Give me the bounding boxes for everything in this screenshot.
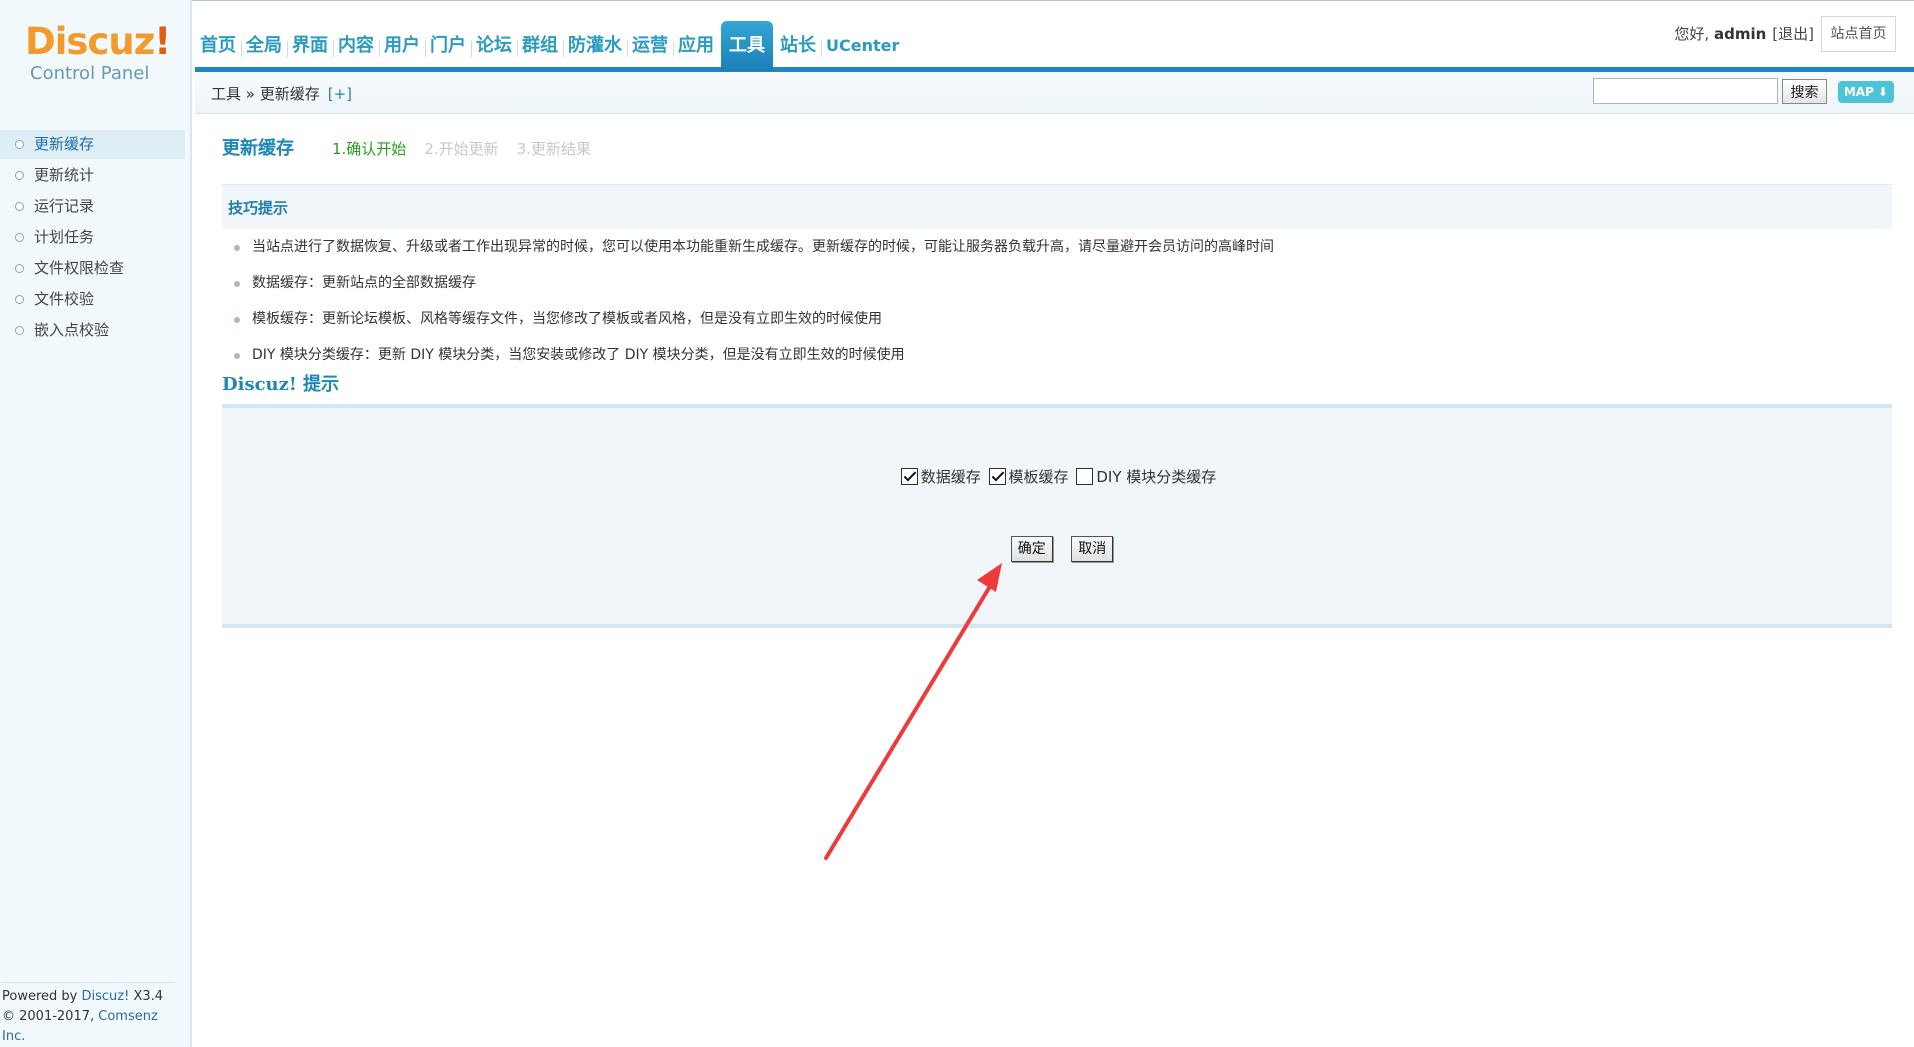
map-button[interactable]: MAP ⬇ (1838, 81, 1894, 103)
option-data-cache[interactable]: 数据缓存 (900, 466, 981, 487)
nav-founder[interactable]: 站长 (775, 21, 821, 71)
nav-safe[interactable]: 防灌水 (563, 21, 627, 71)
cancel-button[interactable]: 取消 (1071, 536, 1114, 562)
greeting-text: 您好, (1674, 25, 1714, 43)
top-nav: 首页 全局 界面 内容 用户 门户 论坛 群组 防灌水 运营 应用 工具 站长 … (195, 21, 904, 71)
search-button[interactable]: 搜索 (1782, 79, 1827, 104)
nav-plugin[interactable]: 应用 (673, 21, 719, 71)
search-input[interactable] (1593, 78, 1778, 104)
discuz-link[interactable]: Discuz! (81, 989, 129, 1004)
title-row: 更新缓存 1.确认开始 2.开始更新 3.更新结果 (222, 134, 591, 164)
sidebar-item-run-log[interactable]: 运行记录 (0, 192, 190, 221)
nav-group[interactable]: 群组 (517, 21, 563, 71)
nav-home[interactable]: 首页 (195, 21, 241, 71)
nav-global[interactable]: 全局 (241, 21, 287, 71)
option-template-cache[interactable]: 模板缓存 (988, 466, 1069, 487)
circle-bullet-icon (15, 295, 24, 304)
nav-tools[interactable]: 工具 (721, 21, 773, 71)
template-cache-checkbox[interactable] (988, 468, 1006, 485)
step-3: 3.更新结果 (516, 140, 591, 158)
circle-bullet-icon (15, 326, 24, 335)
step-1: 1.确认开始 (332, 140, 407, 158)
sidebar-item-file-perms[interactable]: 文件权限检查 (0, 254, 190, 283)
tip-item: 当站点进行了数据恢复、升级或者工作出现异常的时候，您可以使用本功能重新生成缓存。… (222, 232, 1892, 268)
discuz-tip-title: Discuz! 提示 (222, 374, 340, 395)
logo[interactable]: Discuz! Control Panel (0, 0, 192, 100)
circle-bullet-icon (15, 171, 24, 180)
tips-header: 技巧提示 (222, 184, 1892, 229)
cache-options-panel: 数据缓存 模板缓存 DIY 模块分类缓存 确定 取消 (222, 404, 1892, 628)
diy-cache-checkbox[interactable] (1076, 468, 1094, 485)
page-title: 更新缓存 (222, 138, 294, 159)
circle-bullet-icon (15, 264, 24, 273)
nav-ucenter[interactable]: UCenter (821, 21, 904, 71)
sidebar-item-file-check[interactable]: 文件校验 (0, 285, 190, 314)
breadcrumb-text: 工具 » 更新缓存 (211, 85, 320, 103)
site-home-button[interactable]: 站点首页 (1821, 16, 1896, 52)
nav-extended[interactable]: 运营 (627, 21, 673, 71)
nav-content[interactable]: 内容 (333, 21, 379, 71)
circle-bullet-icon (15, 202, 24, 211)
logo-brand: Discuz! (25, 20, 171, 63)
circle-bullet-icon (15, 140, 24, 149)
sidebar-item-update-stats[interactable]: 更新统计 (0, 161, 190, 190)
sidebar-item-cron[interactable]: 计划任务 (0, 223, 190, 252)
step-2: 2.开始更新 (424, 140, 499, 158)
breadcrumb: 工具 » 更新缓存 [+] (211, 83, 352, 104)
logo-subtitle: Control Panel (30, 63, 150, 84)
nav-style[interactable]: 界面 (287, 21, 333, 71)
nav-forum[interactable]: 论坛 (471, 21, 517, 71)
option-diy-cache[interactable]: DIY 模块分类缓存 (1076, 466, 1216, 487)
add-shortcut-link[interactable]: [+] (328, 85, 352, 103)
sidebar: 更新缓存 更新统计 运行记录 计划任务 文件权限检查 文件校验 嵌入点校验 Po… (0, 100, 192, 1047)
sidebar-item-hook-check[interactable]: 嵌入点校验 (0, 316, 190, 345)
tip-item: 模板缓存：更新论坛模板、风格等缓存文件，当您修改了模板或者风格，但是没有立即生效… (222, 304, 1892, 340)
powered-by: Powered by Discuz! X3.4 © 2001-2017, Com… (2, 982, 174, 1047)
confirm-button[interactable]: 确定 (1010, 536, 1053, 562)
form-buttons: 确定 取消 (222, 536, 1892, 562)
header: 首页 全局 界面 内容 用户 门户 论坛 群组 防灌水 运营 应用 工具 站长 … (0, 0, 1914, 72)
tips-list: 当站点进行了数据恢复、升级或者工作出现异常的时候，您可以使用本功能重新生成缓存。… (222, 232, 1892, 376)
circle-bullet-icon (15, 233, 24, 242)
sub-header: 工具 » 更新缓存 [+] 搜索 MAP ⬇ (195, 72, 1914, 114)
logout-link[interactable]: [退出] (1772, 25, 1814, 43)
data-cache-checkbox[interactable] (900, 468, 918, 485)
username: admin (1713, 25, 1767, 43)
sidebar-item-update-cache[interactable]: 更新缓存 (0, 130, 185, 159)
nav-portal[interactable]: 门户 (425, 21, 471, 71)
cache-options: 数据缓存 模板缓存 DIY 模块分类缓存 (222, 466, 1892, 489)
user-info: 您好, admin [退出] (1674, 23, 1814, 44)
tip-item: 数据缓存：更新站点的全部数据缓存 (222, 268, 1892, 304)
nav-user[interactable]: 用户 (379, 21, 425, 71)
tip-item: DIY 模块分类缓存：更新 DIY 模块分类，当您安装或修改了 DIY 模块分类… (222, 340, 1892, 376)
